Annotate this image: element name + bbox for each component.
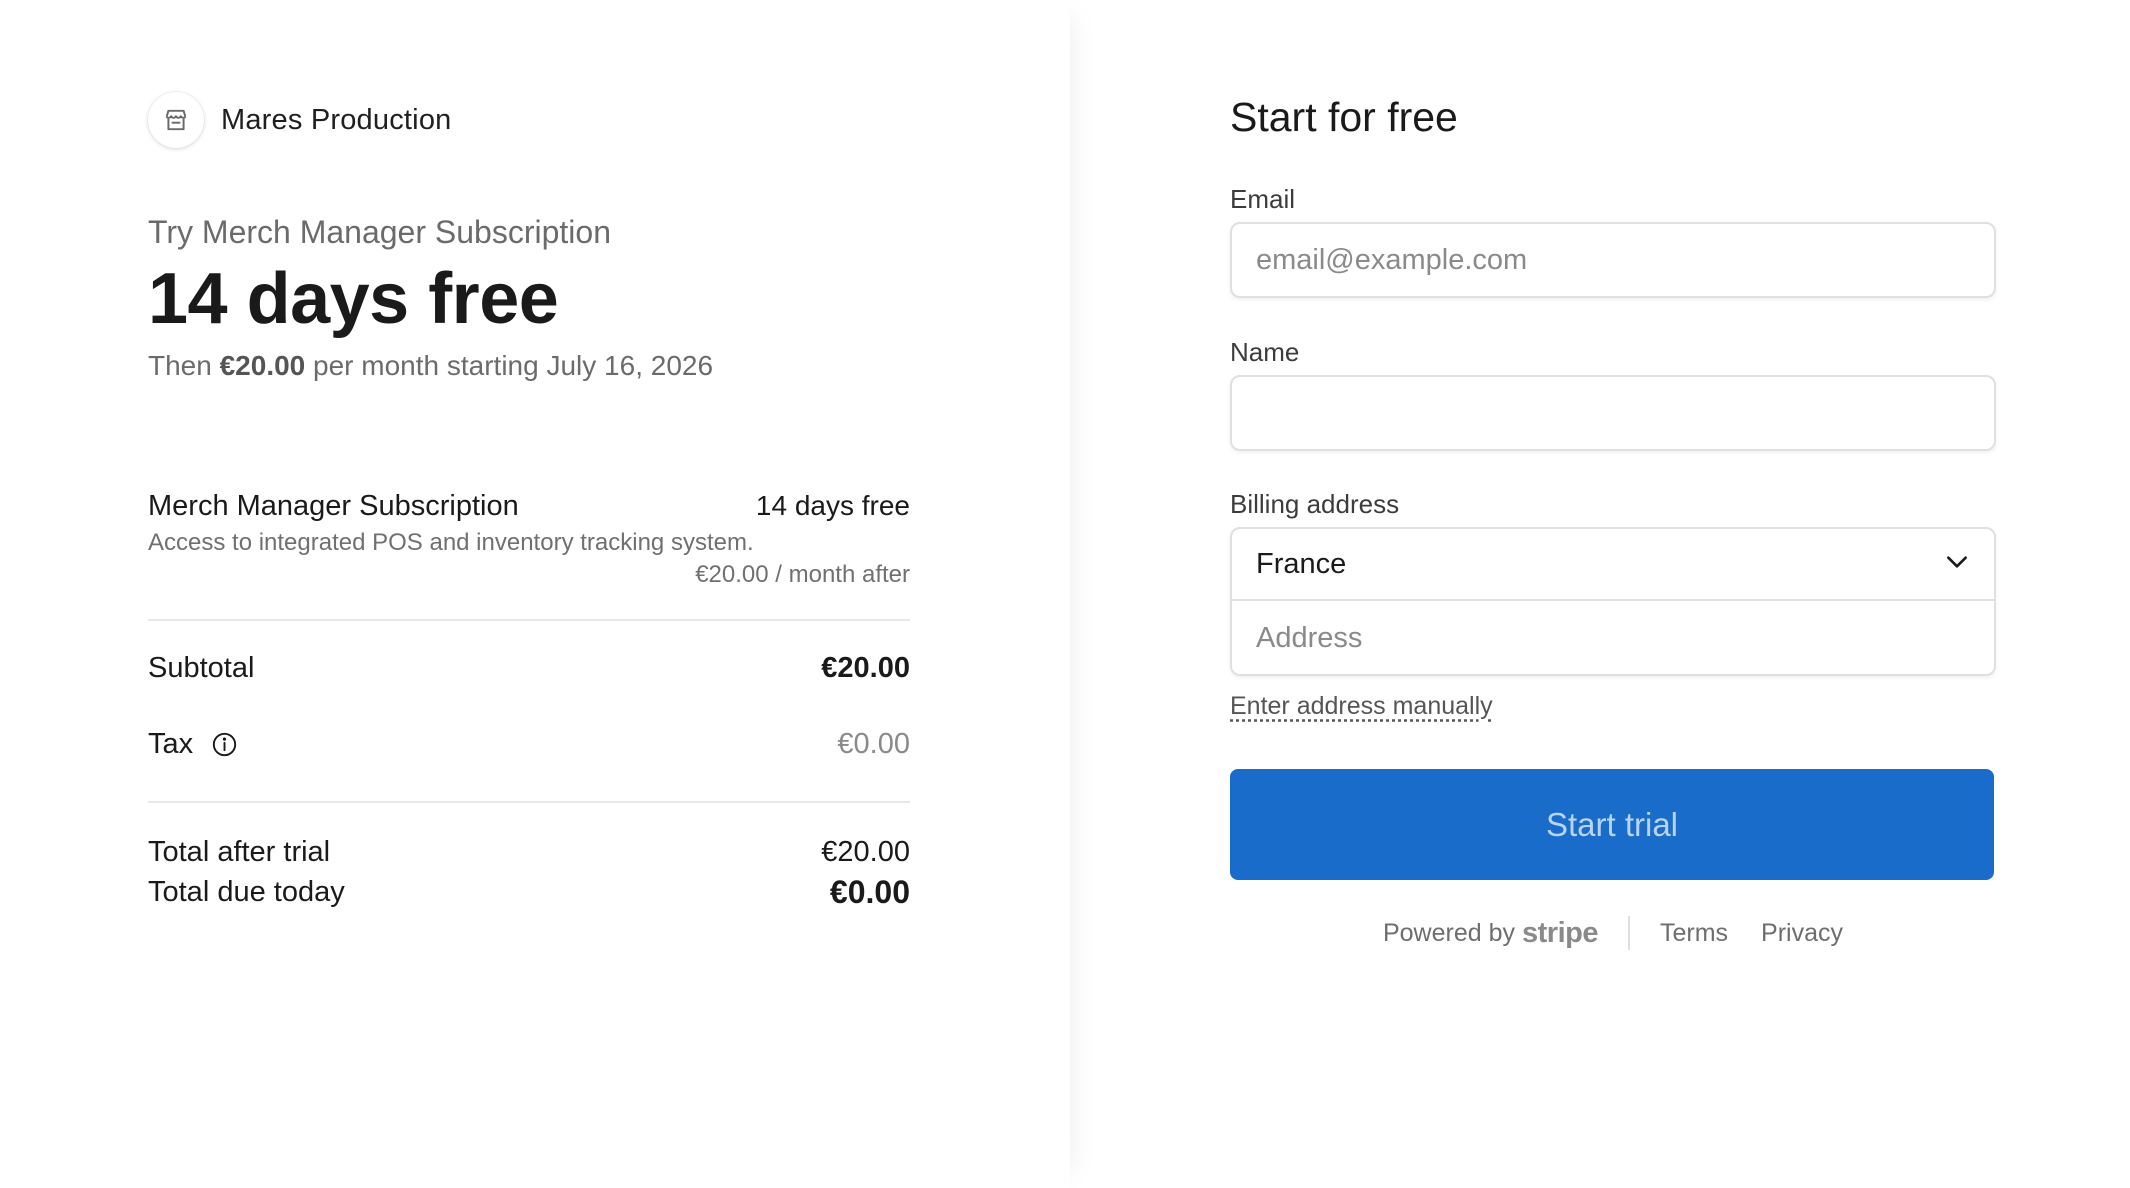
renewal-suffix: per month starting July 16, 2026 bbox=[313, 350, 714, 381]
form-title: Start for free bbox=[1230, 94, 1458, 140]
tax-value: €0.00 bbox=[837, 728, 910, 760]
tax-label: Tax bbox=[148, 728, 194, 760]
total-after-trial-label: Total after trial bbox=[148, 836, 331, 868]
country-value: France bbox=[1256, 547, 1347, 580]
total-due-today-row: Total due today €0.00 bbox=[148, 874, 910, 911]
footer-divider bbox=[1627, 916, 1630, 950]
total-after-trial-row: Total after trial €20.00 bbox=[148, 836, 910, 869]
renewal-prefix: Then bbox=[148, 350, 212, 381]
info-icon[interactable] bbox=[211, 731, 238, 758]
renewal-terms: Then €20.00 per month starting July 16, … bbox=[148, 350, 713, 382]
billing-address-group: France bbox=[1230, 527, 1996, 676]
merchant-name: Mares Production bbox=[221, 103, 452, 136]
trial-headline: 14 days free bbox=[148, 259, 559, 339]
product-eyebrow: Try Merch Manager Subscription bbox=[148, 214, 611, 250]
subtotal-label: Subtotal bbox=[148, 652, 255, 684]
name-label: Name bbox=[1230, 337, 1300, 367]
subtotal-row: Subtotal €20.00 bbox=[148, 652, 910, 685]
storefront-icon bbox=[148, 92, 204, 148]
line-item-after-price: €20.00 / month after bbox=[695, 561, 910, 588]
country-select[interactable]: France bbox=[1232, 529, 1994, 601]
terms-link[interactable]: Terms bbox=[1660, 919, 1728, 948]
renewal-price: €20.00 bbox=[219, 350, 306, 381]
enter-address-manually-link[interactable]: Enter address manually bbox=[1230, 692, 1493, 721]
email-field[interactable] bbox=[1230, 222, 1996, 298]
line-item-description: Access to integrated POS and inventory t… bbox=[148, 529, 754, 556]
chevron-down-icon bbox=[1944, 549, 1970, 580]
merchant-header[interactable]: Mares Production bbox=[148, 92, 451, 148]
divider bbox=[148, 619, 910, 621]
footer: Powered by stripe Terms Privacy bbox=[1070, 916, 2130, 950]
address-field[interactable] bbox=[1232, 601, 1994, 674]
name-field[interactable] bbox=[1230, 375, 1996, 451]
line-item-amount: 14 days free bbox=[755, 490, 910, 521]
start-trial-button[interactable]: Start trial bbox=[1230, 769, 1994, 880]
tax-row: Tax €0.00 bbox=[148, 728, 910, 761]
billing-address-label: Billing address bbox=[1230, 489, 1400, 519]
total-after-trial-value: €20.00 bbox=[821, 836, 910, 868]
powered-by-stripe[interactable]: Powered by stripe bbox=[1382, 916, 1599, 950]
subtotal-value: €20.00 bbox=[821, 652, 910, 684]
total-due-today-label: Total due today bbox=[148, 876, 345, 908]
line-item: Merch Manager Subscription 14 days free … bbox=[148, 490, 910, 589]
order-summary-panel: Mares Production Try Merch Manager Subsc… bbox=[0, 0, 1070, 1188]
total-due-today-value: €0.00 bbox=[829, 874, 910, 910]
powered-by-label: Powered by bbox=[1382, 918, 1515, 947]
payment-form-panel: Start for free Email Name Billing addres… bbox=[1070, 0, 2130, 1188]
email-label: Email bbox=[1230, 184, 1296, 214]
privacy-link[interactable]: Privacy bbox=[1761, 919, 1843, 948]
line-item-name: Merch Manager Subscription bbox=[148, 490, 519, 522]
stripe-logo: stripe bbox=[1522, 916, 1598, 949]
checkout-page: Mares Production Try Merch Manager Subsc… bbox=[0, 0, 2130, 1188]
divider bbox=[148, 801, 910, 803]
